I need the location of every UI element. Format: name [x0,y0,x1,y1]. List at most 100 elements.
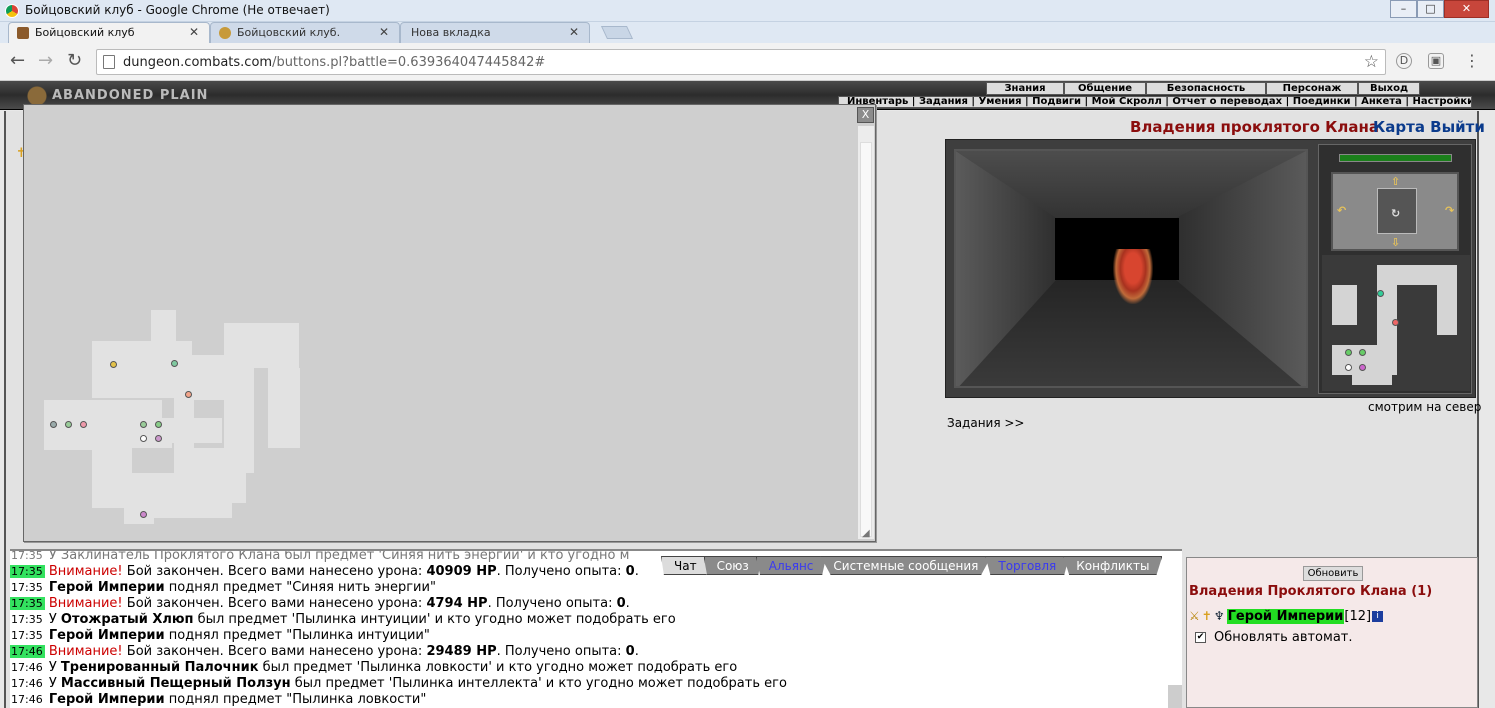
back-icon[interactable]: ← [10,51,25,71]
chat-tab[interactable]: Союз [703,556,762,575]
map-marker [110,361,117,368]
top-menu: Знания Общение Безопасность Персонаж Вых… [986,82,1420,95]
tab-new[interactable]: Нова вкладка ✕ [400,22,590,43]
chat-scrollbar[interactable] [1168,685,1182,708]
chat-line: 17:35 У Заклинатель Проклятого Клана был… [11,549,630,563]
chat-line: 17:46 У Массивный Пещерный Ползун был пр… [11,676,787,691]
tab-strip: Бойцовский клуб ✕ Бойцовский клуб. ✕ Нов… [0,22,1495,43]
menu-exit[interactable]: Выход [1358,82,1420,95]
map-link[interactable]: Карта [1373,118,1425,136]
map-marker [1345,349,1352,356]
menu-security[interactable]: Безопасность [1146,82,1266,95]
chat-time: 17:46 [11,693,43,706]
resize-grip-icon[interactable]: ◢ [862,528,870,539]
map-marker [1377,290,1384,297]
arrow-down-icon[interactable]: ⇩ [1391,236,1400,249]
url-host: dungeon.combats.com [123,55,273,70]
extension-icon[interactable]: D [1396,53,1412,69]
address-bar[interactable]: dungeon.combats.com/buttons.pl?battle=0.… [96,49,1386,75]
map-marker [140,511,147,518]
chat-tab[interactable]: Торговля [985,556,1070,575]
chat-time: 17:46 [11,677,43,690]
location-title: Владения проклятого Клана [1130,118,1379,136]
chat-time: 17:35 [11,629,43,642]
tab-label: Нова вкладка [411,26,491,39]
clan-emblem-icon: ♆ [1213,609,1225,623]
close-tab-icon[interactable]: ✕ [379,23,389,42]
new-tab-button[interactable] [600,26,634,39]
forward-icon[interactable]: → [38,51,53,71]
map-popup: X ◢ [23,104,876,542]
map-marker [140,435,147,442]
chat-line: 17:46 У Тренированный Палочник был предм… [11,660,738,675]
info-icon[interactable]: i [1372,610,1384,622]
maximize-button[interactable]: □ [1417,0,1444,18]
character-name[interactable]: Герой Империи [49,580,165,595]
tab-combats-2[interactable]: Бойцовский клуб. ✕ [210,22,400,43]
exit-link[interactable]: Выйти [1430,118,1485,136]
corridor-view [954,149,1308,388]
player-name[interactable]: Герой Империи [1226,608,1345,624]
player-marker [185,391,192,398]
auto-refresh-checkbox[interactable]: ✔ [1195,632,1206,643]
chat-tab[interactable]: Системные сообщения [820,556,992,575]
chrome-menu-icon[interactable]: ⋮ [1464,51,1480,71]
character-name[interactable]: Герой Империи [49,628,165,643]
battle-icon: ⚔ [1189,609,1200,623]
tab-combats-1[interactable]: Бойцовский клуб ✕ [8,22,210,43]
close-tab-icon[interactable]: ✕ [569,23,579,42]
chat-tabs: Чат Союз Альянс Системные сообщения Торговля… [661,556,1163,575]
map-marker [171,360,178,367]
chat-line: 17:35 Внимание! Бой закончен. Всего вами… [10,564,639,579]
character-name[interactable]: Массивный Пещерный Ползун [61,676,291,691]
turn-left-icon[interactable]: ↶ [1337,204,1346,217]
turn-right-icon[interactable]: ↷ [1445,204,1454,217]
arrow-up-icon[interactable]: ⇧ [1391,175,1400,188]
tasks-link[interactable]: Задания >> [947,416,1024,430]
close-window-button[interactable]: ✕ [1444,0,1489,18]
scroll-thumb[interactable] [860,142,872,537]
menu-knowledge[interactable]: Знания [986,82,1064,95]
refresh-button[interactable]: Обновить [1303,566,1363,581]
chat-line: 17:35 Герой Империи поднял предмет "Пыли… [11,628,430,643]
chrome-icon [5,4,19,18]
character-name[interactable]: Герой Империи [49,692,165,707]
chat-time: 17:35 [11,581,43,594]
map-marker [155,421,162,428]
tab-label: Бойцовский клуб. [237,26,341,39]
url-path: /buttons.pl?battle=0.639364047445842# [272,55,546,70]
monster-sprite[interactable] [1113,249,1153,304]
reload-icon[interactable]: ↻ [67,51,82,71]
browser-toolbar: ← → ↻ dungeon.combats.com/buttons.pl?bat… [0,43,1495,81]
character-name[interactable]: Тренированный Палочник [61,660,259,675]
tab-label: Бойцовский клуб [35,26,135,39]
chat-tab[interactable]: Конфликты [1063,556,1163,575]
chat-time: 17:35 [11,613,43,626]
menu-communication[interactable]: Общение [1064,82,1146,95]
mini-map [1322,255,1470,391]
warning-label: Внимание! [48,596,123,611]
character-name[interactable]: Отожратый Хлюп [61,612,194,627]
chat-tab[interactable]: Альянс [755,556,827,575]
sub-menu[interactable]: Инвентарь | Задания | Умения | Подвиги |… [838,96,1472,108]
menu-character[interactable]: Персонаж [1266,82,1358,95]
chat-time: 17:46 [10,645,45,658]
map-marker [50,421,57,428]
player-level: [12] [1344,608,1372,624]
bookmark-star-icon[interactable]: ☆ [1364,52,1379,72]
dungeon-view: ⇧ ⇩ ↶ ↷ ↻ [945,139,1476,398]
auto-refresh: ✔ Обновлять автомат. [1195,630,1353,645]
close-tab-icon[interactable]: ✕ [189,23,199,42]
popup-scrollbar[interactable] [858,126,874,539]
close-popup-button[interactable]: X [857,107,874,123]
refresh-icon[interactable]: ↻ [1391,207,1400,220]
map-marker [65,421,72,428]
cross-icon: ✝ [1201,609,1212,623]
browser-window: Бойцовский клуб - Google Chrome (Не отве… [0,0,1495,708]
minimize-button[interactable]: – [1390,0,1417,18]
navigation-panel: ⇧ ⇩ ↶ ↷ ↻ [1318,144,1472,394]
chat-tab[interactable]: Чат [661,556,710,575]
map-marker [1359,349,1366,356]
window-title: Бойцовский клуб - Google Chrome (Не отве… [25,3,330,17]
extension-icon[interactable]: ▣ [1428,53,1444,69]
